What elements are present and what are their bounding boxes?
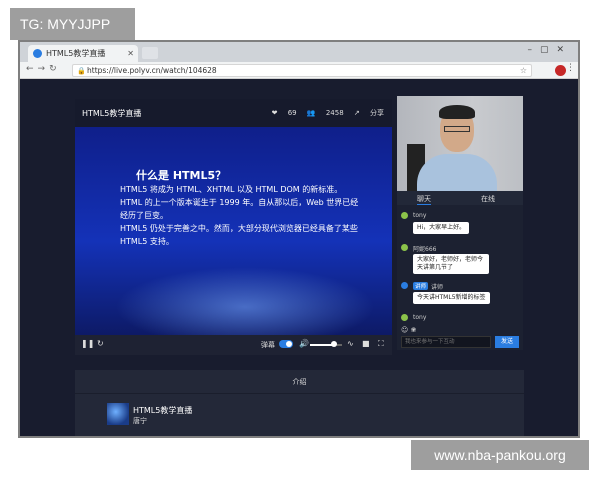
chat-input[interactable]: 我也来参与一下互动 (401, 336, 491, 348)
slide-text: HTML5 将成为 HTML、XHTML 以及 HTML DOM 的新标准。 H… (120, 183, 360, 248)
tab-bar: HTML5教学直播 ✕ –▢✕ (20, 42, 578, 62)
adblock-extension-icon[interactable] (555, 65, 566, 76)
bookmark-star-icon[interactable]: ☆ (520, 65, 527, 76)
avatar (401, 282, 408, 289)
slide-line: HTML5 仍处于完善之中。然而，大部分现代浏览器已经具备了某些 HTML5 支… (120, 224, 358, 246)
channel-title: HTML5教学直播 (133, 406, 193, 415)
slide-line: HTML5 将成为 HTML、XHTML 以及 HTML DOM 的新标准。 (120, 185, 343, 194)
chat-list: tony Hi，大家早上好。 阿妮666 大家好，老师好，老师今天讲第几节了 讲… (397, 206, 523, 324)
line-quality-icon[interactable]: ∿ (347, 339, 354, 348)
browser-tab[interactable]: HTML5教学直播 ✕ (28, 45, 138, 62)
share-icon[interactable]: ↗ (354, 109, 360, 117)
emoji-icon[interactable]: ☺ (401, 326, 408, 334)
refresh-icon[interactable]: ↻ (97, 339, 104, 348)
teacher-badge: 讲师 (413, 282, 429, 290)
side-tabs: 聊天 在线 (397, 191, 523, 205)
send-button[interactable]: 发送 (495, 336, 519, 348)
lock-icon: 🔒 (77, 67, 86, 75)
danmu-label: 弹幕 (261, 341, 275, 349)
slide-title: 什么是 HTML5？ (136, 169, 227, 182)
browser-window: HTML5教学直播 ✕ –▢✕ ←→↻ 🔒 https://live.polyv… (18, 40, 580, 438)
pause-icon[interactable]: ❚❚ (81, 339, 94, 348)
tg-badge: TG: MYYJJPP (10, 8, 135, 40)
address-bar: ←→↻ 🔒 https://live.polyv.cn/watch/104628… (20, 62, 578, 79)
chat-bubble: Hi，大家早上好。 (413, 222, 470, 234)
intro-panel: 介绍 HTML5教学直播 唐宁 (75, 370, 524, 436)
volume-knob[interactable] (331, 341, 337, 347)
slide-view: 什么是 HTML5？ HTML5 将成为 HTML、XHTML 以及 HTML … (75, 127, 392, 335)
chat-username: tony (413, 314, 427, 321)
chat-username: 阿妮666 (413, 246, 437, 253)
avatar (401, 212, 408, 219)
watermark-badge: www.nba-pankou.org (411, 440, 589, 470)
chat-bubble: 今天讲HTML5新增的标签 (413, 292, 490, 304)
share-label[interactable]: 分享 (370, 109, 384, 117)
like-count: 69 (287, 109, 297, 117)
player-header: HTML5教学直播 ❤ 69 👥 2458 ↗ 分享 (75, 99, 392, 127)
page-content: HTML5教学直播 ❤ 69 👥 2458 ↗ 分享 什么是 HTML5？ HT… (20, 79, 578, 436)
new-tab-button[interactable] (142, 47, 158, 59)
slide-glow-decor (115, 267, 375, 335)
video-player: HTML5教学直播 ❤ 69 👥 2458 ↗ 分享 什么是 HTML5？ HT… (75, 99, 392, 355)
chat-username: 讲师 (431, 284, 444, 291)
camera-icon[interactable]: ■ (362, 339, 370, 348)
avatar (401, 244, 408, 251)
danmu-toggle[interactable] (279, 340, 293, 348)
avatar (401, 314, 408, 321)
intro-tab[interactable]: 介绍 (75, 370, 524, 394)
tab-title: HTML5教学直播 (46, 49, 106, 58)
url-text: https://live.polyv.cn/watch/104628 (87, 66, 217, 75)
browser-menu-icon[interactable]: ⋮ (566, 63, 575, 73)
chat-bubble: 大家好，老师好，老师今天讲第几节了 (413, 254, 489, 274)
polyv-favicon-icon (33, 49, 42, 58)
webcam-presenter-hair (439, 105, 475, 119)
volume-icon[interactable]: 🔊 (299, 339, 309, 348)
slide-line: HTML 的上一个版本诞生于 1999 年。自从那以后，Web 世界已经经历了巨… (120, 198, 359, 220)
tab-online[interactable]: 在线 (481, 194, 495, 204)
webcam-presenter-glasses (444, 126, 470, 132)
chat-username: tony (413, 212, 427, 219)
like-icon[interactable]: ❤ (272, 109, 278, 117)
side-panel: 聊天 在线 tony Hi，大家早上好。 阿妮666 大家好，老师好，老师今天讲… (397, 96, 523, 350)
chat-tools: ☺ ❀ (401, 326, 416, 334)
url-field[interactable]: 🔒 https://live.polyv.cn/watch/104628 ☆ (72, 64, 532, 77)
close-tab-icon[interactable]: ✕ (127, 45, 134, 62)
tab-chat[interactable]: 聊天 (417, 194, 431, 205)
flower-icon[interactable]: ❀ (411, 326, 417, 334)
webcam-presenter-body (417, 154, 497, 191)
nav-buttons[interactable]: ←→↻ (26, 64, 61, 74)
player-stats: ❤ 69 👥 2458 ↗ 分享 (264, 108, 384, 118)
channel-avatar (107, 403, 129, 425)
window-controls[interactable]: –▢✕ (527, 45, 572, 55)
viewers-icon: 👥 (306, 109, 316, 117)
player-controls: ❚❚ ↻ 弹幕 🔊 ∿ ■ ⛶ (75, 335, 392, 355)
viewer-count: 2458 (325, 109, 344, 117)
fullscreen-icon[interactable]: ⛶ (378, 339, 384, 349)
volume-slider[interactable] (310, 341, 342, 347)
webcam-feed (397, 96, 523, 191)
player-title: HTML5教学直播 (82, 109, 142, 118)
channel-author: 唐宁 (133, 417, 147, 425)
